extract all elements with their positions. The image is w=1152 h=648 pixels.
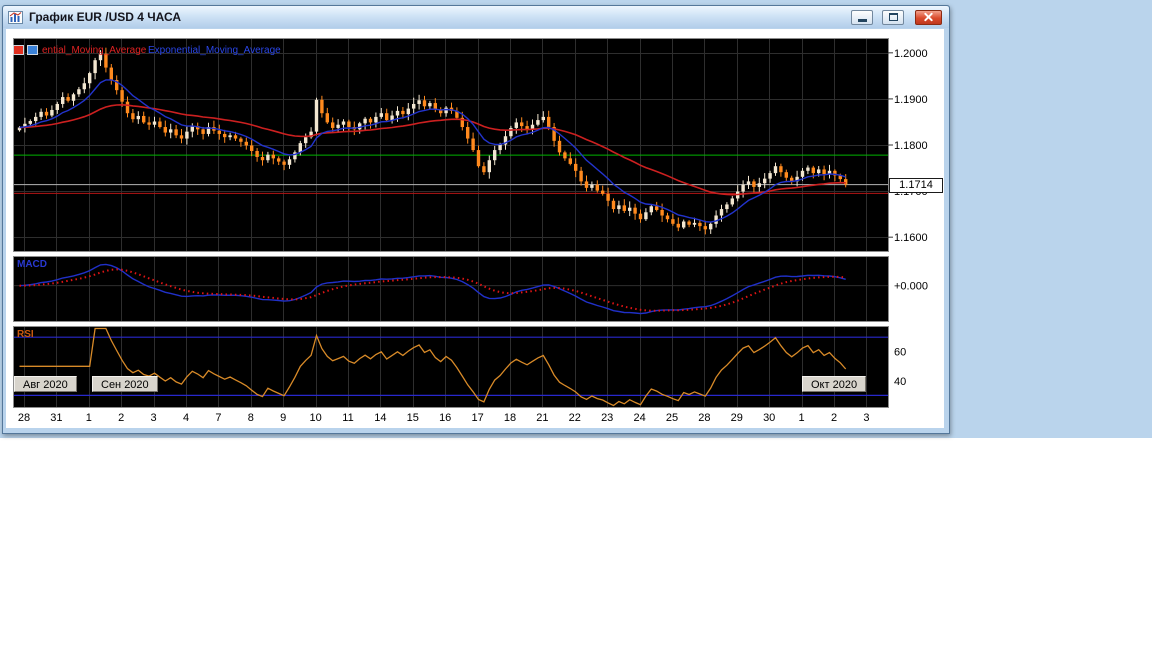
close-button[interactable] xyxy=(915,10,942,25)
chart-app-icon xyxy=(8,11,23,24)
chart-canvas[interactable]: 1.20001.19001.18001.17001.1600+0.0006040… xyxy=(6,29,944,428)
svg-text:3: 3 xyxy=(863,412,869,424)
svg-text:8: 8 xyxy=(248,412,254,424)
ema-red-label: ential_Moving_Average xyxy=(42,45,146,56)
svg-text:1.2000: 1.2000 xyxy=(894,48,928,60)
svg-text:2: 2 xyxy=(831,412,837,424)
svg-text:28: 28 xyxy=(18,412,30,424)
window-title: График EUR /USD 4 ЧАСА xyxy=(28,10,181,24)
svg-text:+0.000: +0.000 xyxy=(894,281,928,293)
panel-backgrounds xyxy=(14,39,888,407)
svg-text:1.1800: 1.1800 xyxy=(894,140,928,152)
svg-text:29: 29 xyxy=(731,412,743,424)
rsi-panel-label: RSI xyxy=(17,329,34,340)
minimize-icon xyxy=(858,19,867,22)
svg-text:31: 31 xyxy=(50,412,62,424)
svg-text:21: 21 xyxy=(536,412,548,424)
svg-text:9: 9 xyxy=(280,412,286,424)
svg-text:10: 10 xyxy=(309,412,321,424)
chart-window: График EUR /USD 4 ЧАСА 1.2000 1.1900 1.180… xyxy=(2,5,950,434)
svg-text:18: 18 xyxy=(504,412,516,424)
svg-text:1.1900: 1.1900 xyxy=(894,94,928,106)
svg-text:17: 17 xyxy=(471,412,483,424)
svg-text:60: 60 xyxy=(894,347,906,359)
red-indicator-button[interactable] xyxy=(13,45,24,55)
svg-text:25: 25 xyxy=(666,412,678,424)
window-titlebar[interactable]: График EUR /USD 4 ЧАСА xyxy=(3,6,949,28)
svg-text:15: 15 xyxy=(407,412,419,424)
svg-text:24: 24 xyxy=(633,412,645,424)
month-marker-sep-2020: Сен 2020 xyxy=(92,376,158,392)
current-price-box: 1.1714 xyxy=(889,178,943,193)
minimize-button[interactable] xyxy=(851,10,873,25)
svg-text:11: 11 xyxy=(342,412,353,424)
window-controls xyxy=(851,10,944,25)
svg-text:3: 3 xyxy=(151,412,157,424)
svg-text:22: 22 xyxy=(569,412,581,424)
svg-text:28: 28 xyxy=(698,412,710,424)
maximize-button[interactable] xyxy=(882,10,904,25)
svg-text:1: 1 xyxy=(799,412,805,424)
svg-text:2: 2 xyxy=(118,412,124,424)
svg-text:1: 1 xyxy=(86,412,92,424)
svg-text:23: 23 xyxy=(601,412,613,424)
svg-text:14: 14 xyxy=(374,412,386,424)
month-marker-aug-2020: Авг 2020 xyxy=(14,376,77,392)
maximize-icon xyxy=(889,13,898,21)
desktop-background: График EUR /USD 4 ЧАСА 1.2000 1.1900 1.180… xyxy=(0,0,1152,438)
month-marker-oct-2020: Окт 2020 xyxy=(802,376,866,392)
macd-panel-label: MACD xyxy=(17,259,47,270)
ema-blue-label: Exponential_Moving_Average xyxy=(148,45,281,56)
svg-text:30: 30 xyxy=(763,412,775,424)
svg-text:16: 16 xyxy=(439,412,451,424)
close-icon xyxy=(923,12,934,23)
svg-text:40: 40 xyxy=(894,376,906,388)
blue-indicator-button[interactable] xyxy=(27,45,38,55)
chart-client-area: 1.20001.19001.18001.17001.1600+0.0006040… xyxy=(6,29,944,428)
svg-text:4: 4 xyxy=(183,412,189,424)
svg-text:7: 7 xyxy=(215,412,221,424)
svg-text:1.1600: 1.1600 xyxy=(894,232,928,244)
